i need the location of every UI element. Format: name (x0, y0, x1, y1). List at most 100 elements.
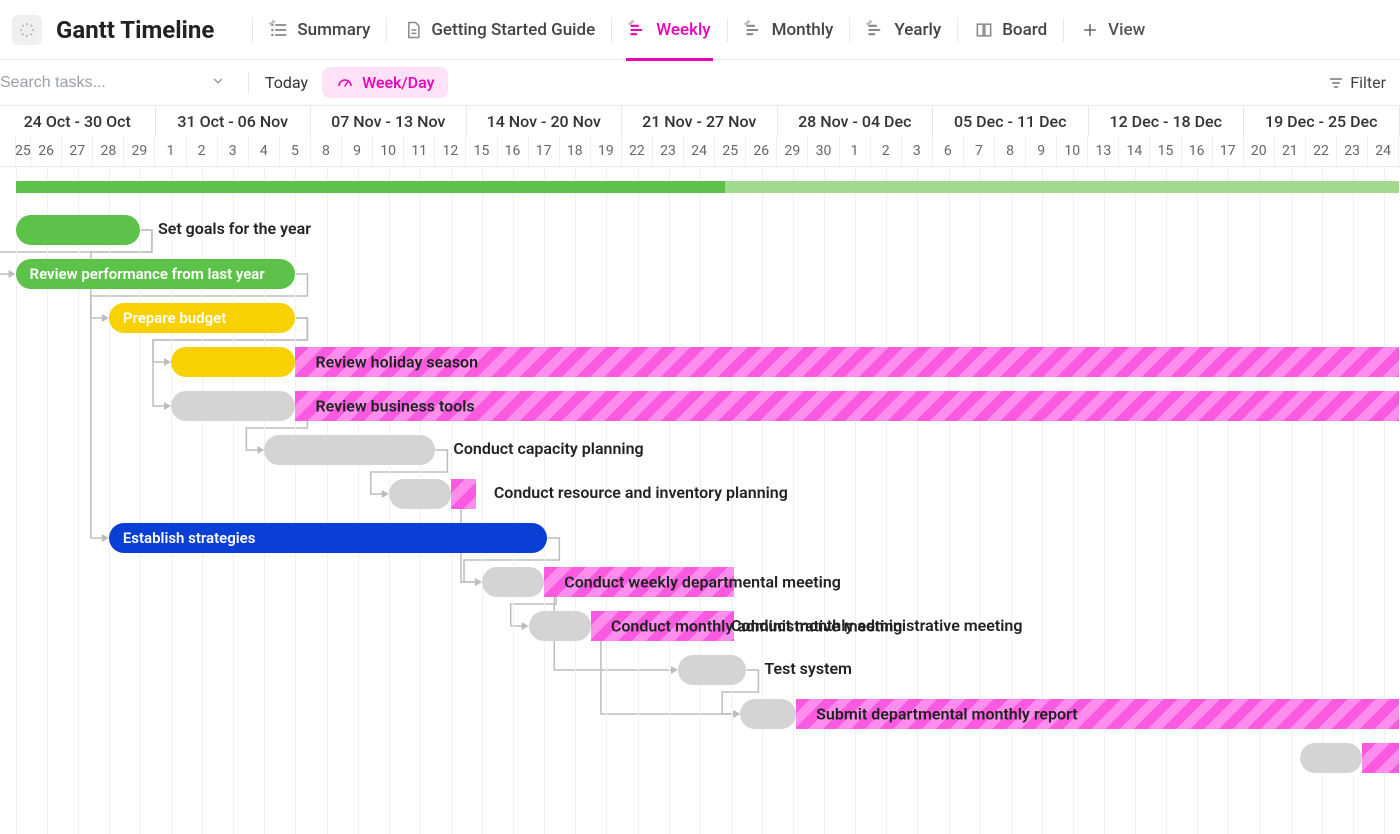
loading-dots-icon (18, 21, 36, 39)
task-bar[interactable] (740, 699, 796, 729)
day-header: 9 (1026, 136, 1057, 166)
tab-label: Monthly (772, 20, 834, 40)
week-header: 28 Nov - 04 Dec (778, 106, 934, 136)
day-header: 17 (529, 136, 560, 166)
day-header: 4 (249, 136, 280, 166)
day-header: 29 (777, 136, 808, 166)
tab-label: Getting Started Guide (431, 20, 595, 40)
week-header: 31 Oct - 06 Nov (156, 106, 312, 136)
day-header: 24 (684, 136, 715, 166)
zoom-label: Week/Day (362, 73, 434, 92)
page-title: Gantt Timeline (56, 16, 214, 44)
task-bar[interactable] (171, 347, 295, 377)
app-icon (12, 15, 42, 45)
search-wrap (0, 70, 232, 96)
day-header: 13 (1088, 136, 1119, 166)
task-bar[interactable] (529, 611, 591, 641)
day-header: 28 (93, 136, 124, 166)
day-header: 27 (62, 136, 93, 166)
tab-yearly[interactable]: Yearly (864, 0, 943, 60)
tab-summary[interactable]: Summary (267, 0, 372, 60)
task-stripe[interactable]: Submit departmental monthly report (796, 699, 1399, 729)
filter-icon (1328, 75, 1344, 91)
gantt-icon (628, 20, 648, 40)
day-header: 25 (16, 136, 32, 166)
day-header: 10 (1057, 136, 1088, 166)
task-bar[interactable]: Establish strategies (109, 523, 548, 553)
day-header: 26 (746, 136, 777, 166)
day-header: 6 (933, 136, 964, 166)
tab-label: Weekly (656, 20, 710, 40)
task-label: Set goals for the year (158, 219, 311, 238)
gantt-icon (866, 20, 886, 40)
day-header: 8 (311, 136, 342, 166)
day-header: 9 (342, 136, 373, 166)
gantt-body[interactable]: Set goals for the year Review performance… (0, 167, 1400, 834)
day-header: 21 (1275, 136, 1306, 166)
separator (727, 18, 728, 42)
day-header: 17 (1213, 136, 1244, 166)
search-input[interactable] (0, 74, 207, 92)
day-header: 22 (622, 136, 653, 166)
task-label: Review business tools (315, 397, 474, 416)
task-bar[interactable] (171, 391, 295, 421)
header-bar: Gantt Timeline Summary Getting Started Gu… (0, 0, 1400, 60)
day-header: 23 (653, 136, 684, 166)
tab-guide[interactable]: Getting Started Guide (401, 0, 597, 60)
day-header: 25 (715, 136, 746, 166)
separator (248, 72, 249, 94)
day-header: 24 (1368, 136, 1399, 166)
timeline-header: 24 Oct - 30 Oct31 Oct - 06 Nov07 Nov - 1… (0, 106, 1400, 167)
task-stripe[interactable]: Conduct weekly departmental meeting (544, 567, 734, 597)
day-header: 14 (1119, 136, 1150, 166)
zoom-level-button[interactable]: Week/Day (322, 67, 448, 98)
week-header: 24 Oct - 30 Oct (0, 106, 156, 136)
plus-icon (1080, 20, 1100, 40)
toolbar: Today Week/Day Filter (0, 60, 1400, 106)
week-header: 21 Nov - 27 Nov (622, 106, 778, 136)
gauge-icon (336, 74, 354, 92)
day-header: 23 (1337, 136, 1368, 166)
task-bar[interactable]: Test system (678, 655, 746, 685)
task-label: Conduct monthly administrative meeting (731, 616, 1023, 635)
week-header: 12 Dec - 18 Dec (1089, 106, 1245, 136)
task-stripe[interactable]: Conduct monthly administrative meeting (591, 611, 734, 641)
tab-weekly[interactable]: Weekly (626, 0, 712, 60)
task-bar[interactable]: Review performance from last year (16, 259, 296, 289)
tab-monthly[interactable]: Monthly (742, 0, 836, 60)
task-stripe[interactable]: Review holiday season (295, 347, 1399, 377)
day-header: 19 (591, 136, 622, 166)
filter-button[interactable]: Filter (1328, 73, 1400, 92)
task-bar[interactable]: Set goals for the year (16, 215, 140, 245)
task-label: Conduct resource and inventory planning (494, 483, 788, 502)
day-header: 22 (1306, 136, 1337, 166)
filter-label: Filter (1350, 73, 1386, 92)
task-stripe[interactable]: Review business tools (295, 391, 1399, 421)
day-header: 16 (498, 136, 529, 166)
task-bar[interactable]: Conduct resource and inventory planning (389, 479, 451, 509)
task-label: Review performance from last year (16, 265, 279, 283)
task-label: Review holiday season (315, 353, 478, 372)
today-button[interactable]: Today (265, 73, 308, 92)
task-label: Test system (764, 659, 852, 678)
separator (849, 18, 850, 42)
day-header: 30 (808, 136, 839, 166)
search-chevron-icon[interactable] (207, 70, 229, 96)
day-header: 18 (560, 136, 591, 166)
task-stripe[interactable] (451, 479, 476, 509)
task-stripe[interactable] (1362, 743, 1399, 773)
gantt-timeline[interactable]: 24 Oct - 30 Oct31 Oct - 06 Nov07 Nov - 1… (0, 106, 1400, 834)
list-icon (269, 20, 289, 40)
separator (957, 18, 958, 42)
week-header: 05 Dec - 11 Dec (933, 106, 1089, 136)
day-header: 2 (871, 136, 902, 166)
board-icon (974, 20, 994, 40)
tab-label: Board (1002, 20, 1047, 40)
task-bar[interactable]: Prepare budget (109, 303, 296, 333)
task-bar[interactable] (482, 567, 544, 597)
day-header: 11 (404, 136, 435, 166)
task-bar[interactable]: Conduct capacity planning (264, 435, 435, 465)
tab-board[interactable]: Board (972, 0, 1049, 60)
add-view-button[interactable]: View (1078, 0, 1147, 60)
task-bar[interactable] (1300, 743, 1362, 773)
